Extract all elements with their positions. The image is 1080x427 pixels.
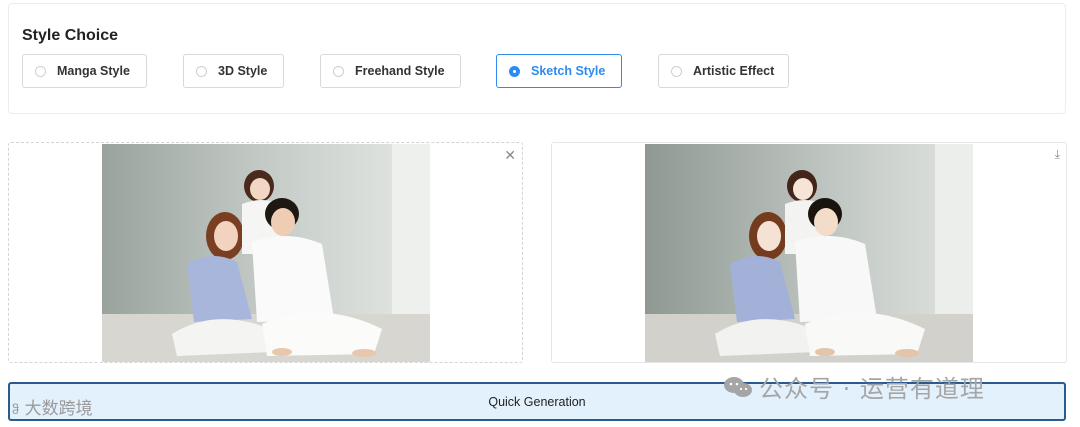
radio-selected-icon — [509, 65, 520, 77]
option-artistic-effect[interactable]: Artistic Effect — [658, 54, 789, 88]
option-label: Freehand Style — [355, 64, 445, 78]
radio-icon — [671, 65, 682, 77]
radio-icon — [196, 65, 207, 77]
result-preview: ⤓ — [551, 142, 1067, 363]
download-icon[interactable]: ⤓ — [1055, 147, 1060, 162]
option-label: Manga Style — [57, 64, 130, 78]
radio-icon — [333, 65, 344, 77]
style-choice-panel: Style Choice Manga Style 3D Style Freeha… — [8, 3, 1066, 114]
option-label: Sketch Style — [531, 64, 606, 78]
quick-generation-label: Quick Generation — [488, 394, 586, 409]
quick-generation-button[interactable]: Quick Generation — [8, 382, 1066, 421]
option-freehand-style[interactable]: Freehand Style — [320, 54, 461, 88]
close-icon[interactable]: ✕ — [504, 147, 516, 164]
option-label: 3D Style — [218, 64, 268, 78]
family-photo-result — [645, 144, 973, 362]
radio-icon — [35, 65, 46, 77]
family-photo-original — [102, 144, 430, 362]
option-sketch-style[interactable]: Sketch Style — [496, 54, 622, 88]
option-label: Artistic Effect — [693, 64, 775, 78]
option-3d-style[interactable]: 3D Style — [183, 54, 284, 88]
option-manga-style[interactable]: Manga Style — [22, 54, 147, 88]
upload-preview[interactable]: ✕ — [8, 142, 523, 363]
style-choice-title: Style Choice — [22, 27, 119, 44]
